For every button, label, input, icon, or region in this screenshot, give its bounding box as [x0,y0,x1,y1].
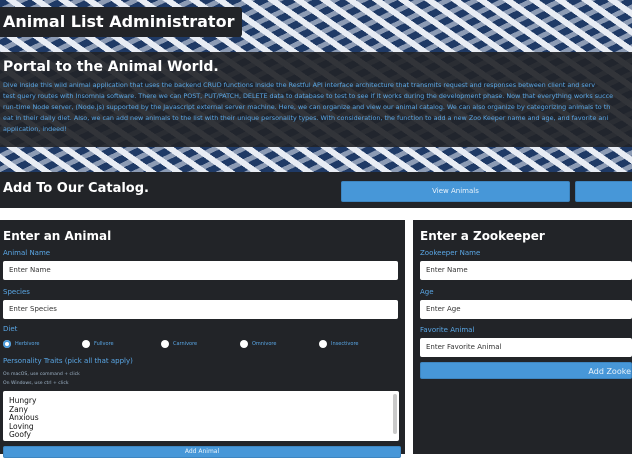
hero-paragraph-line: eat in their daily diet. Also, we can ad… [3,114,609,122]
app-title: Animal List Administrator [0,7,243,37]
diet-label: Diet [3,325,18,333]
view-animals-button[interactable]: View Animals [341,181,570,202]
add-zookeeper-button[interactable]: Add Zooke [420,362,632,379]
radio-icon [240,340,248,348]
hero-paragraph-line: test query routes with Insomnia software… [3,92,614,100]
animal-form-heading: Enter an Animal [3,229,112,243]
hero-paragraph-line: run-time Node server, (Node.js) supporte… [3,103,611,111]
zookeeper-name-input[interactable]: Enter Name [420,261,632,280]
diet-radio-omnivore[interactable]: Omnivore [240,339,276,349]
animal-name-label: Animal Name [3,249,51,257]
hero-paragraph-line: Dive inside this wild animal application… [3,81,596,89]
diet-option-label: Carnivore [173,341,198,347]
age-label: Age [420,288,434,296]
age-input[interactable]: Enter Age [420,300,632,319]
catalog-title: Add To Our Catalog. [3,181,149,196]
listbox-scrollbar[interactable] [393,394,397,434]
diet-radio-fullvore[interactable]: Fullvore [82,339,114,349]
radio-selected-icon [3,340,11,348]
hero-paragraph: Dive inside this wild animal application… [3,80,632,135]
radio-icon [82,340,90,348]
species-input[interactable]: Enter Species [3,300,398,319]
zookeeper-name-label: Zookeeper Name [420,249,481,257]
mac-hint: On macOS, use command + click [3,372,80,377]
diet-option-label: Herbivore [15,341,40,347]
radio-icon [319,340,327,348]
trait-option[interactable]: Goofy [9,431,399,440]
diet-radio-carnivore[interactable]: Carnivore [161,339,197,349]
favorite-animal-input[interactable]: Enter Favorite Animal [420,338,632,357]
diet-radio-herbivore[interactable]: Herbivore [3,339,40,349]
view-zookeepers-button[interactable] [575,181,632,202]
radio-icon [161,340,169,348]
trait-option[interactable]: Anxious [9,414,399,423]
favorite-animal-label: Favorite Animal [420,326,475,334]
hero-paragraph-line: application, indeed! [3,125,67,133]
windows-hint: On Windows, use ctrl + click [3,381,69,386]
hero-heading: Portal to the Animal World. [3,59,219,75]
diet-option-label: Fullvore [94,341,114,347]
trait-option[interactable]: Loving [9,422,399,432]
animal-name-input[interactable]: Enter Name [3,261,398,280]
species-label: Species [3,288,30,296]
zookeeper-form-heading: Enter a Zookeeper [420,229,545,243]
personality-traits-label: Personality Traits (pick all that apply) [3,357,133,365]
diet-option-label: Insectivore [331,341,359,347]
trait-option[interactable]: Zany [9,405,399,415]
diet-radio-group: Herbivore Fullvore Carnivore Omnivore In… [3,339,403,349]
personality-traits-select[interactable]: Hungry Zany Anxious Loving Goofy [3,391,399,441]
diet-radio-insectivore[interactable]: Insectivore [319,339,358,349]
diet-option-label: Omnivore [252,341,277,347]
add-animal-button[interactable]: Add Animal [3,446,401,458]
trait-option[interactable]: Hungry [9,396,399,406]
